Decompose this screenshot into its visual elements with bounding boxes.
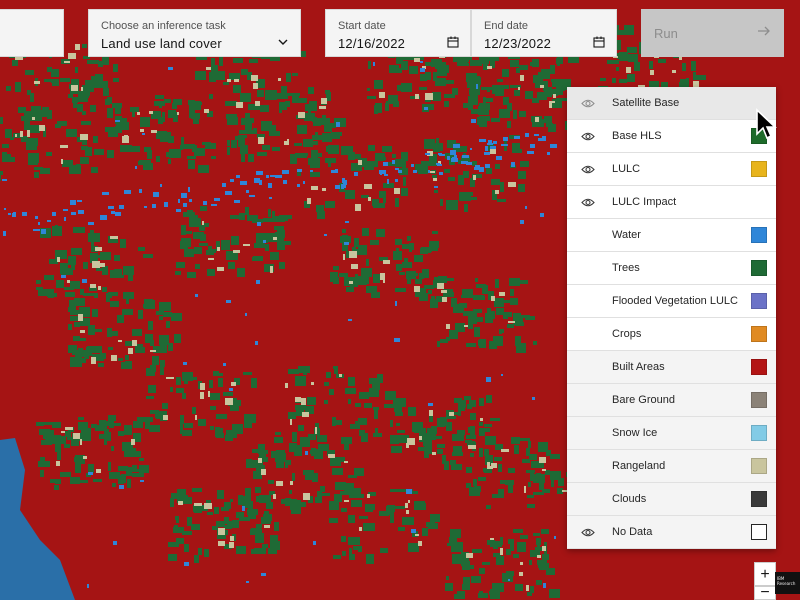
color-swatch xyxy=(751,491,767,507)
inference-task-value: Land use land cover xyxy=(101,36,222,51)
legend-label: Rangeland xyxy=(612,460,666,472)
end-date-label: End date xyxy=(484,20,529,32)
legend-row-base-hls[interactable]: Base HLS xyxy=(567,120,776,153)
color-swatch xyxy=(751,425,767,441)
start-date-label: Start date xyxy=(338,20,386,32)
legend-label: Snow Ice xyxy=(612,427,658,439)
inference-task-label: Choose an inference task xyxy=(101,20,226,32)
legend-row-rangeland[interactable]: Rangeland xyxy=(567,450,776,483)
legend-label: LULC xyxy=(612,163,641,175)
inference-task-dropdown[interactable]: Choose an inference task Land use land c… xyxy=(88,9,301,57)
arrow-right-icon xyxy=(758,26,770,36)
color-swatch xyxy=(751,458,767,474)
chevron-down-icon xyxy=(278,39,288,45)
color-swatch xyxy=(751,392,767,408)
legend-label: Water xyxy=(612,229,641,241)
start-date-value: 12/16/2022 xyxy=(338,36,406,51)
ibm-research-logo: IBM Research xyxy=(775,572,800,594)
end-date-field[interactable]: End date 12/23/2022 xyxy=(471,9,617,57)
legend-label: Flooded Vegetation LULC xyxy=(612,295,738,307)
legend-row-no-data[interactable]: No Data xyxy=(567,516,776,549)
zoom-in-button[interactable]: + xyxy=(754,562,776,586)
eye-icon[interactable] xyxy=(581,131,595,142)
legend-row-lulc[interactable]: LULC xyxy=(567,153,776,186)
eye-icon[interactable] xyxy=(581,197,595,208)
end-date-value: 12/23/2022 xyxy=(484,36,552,51)
calendar-icon[interactable] xyxy=(446,35,460,49)
calendar-icon[interactable] xyxy=(592,35,606,49)
layers-legend-panel: Satellite Base Base HLS LULC LULC Impact Wat… xyxy=(567,87,776,549)
run-button-label: Run xyxy=(654,26,678,41)
legend-label: Trees xyxy=(612,262,640,274)
start-date-field[interactable]: Start date 12/16/2022 xyxy=(325,9,471,57)
color-swatch xyxy=(751,524,767,540)
eye-icon[interactable] xyxy=(581,527,595,538)
eye-icon[interactable] xyxy=(581,164,595,175)
legend-row-water[interactable]: Water xyxy=(567,219,776,252)
legend-label: LULC Impact xyxy=(612,196,677,208)
legend-row-trees[interactable]: Trees xyxy=(567,252,776,285)
legend-label: No Data xyxy=(612,526,653,538)
legend-row-crops[interactable]: Crops xyxy=(567,318,776,351)
legend-row-snow-ice[interactable]: Snow Ice xyxy=(567,417,776,450)
legend-label: Built Areas xyxy=(612,361,665,373)
legend-row-clouds[interactable]: Clouds xyxy=(567,483,776,516)
legend-row-flooded-vegetation-lulc[interactable]: Flooded Vegetation LULC xyxy=(567,285,776,318)
legend-row-built-areas[interactable]: Built Areas xyxy=(567,351,776,384)
color-swatch xyxy=(751,293,767,309)
legend-label: Bare Ground xyxy=(612,394,675,406)
color-swatch xyxy=(751,227,767,243)
legend-row-lulc-impact[interactable]: LULC Impact xyxy=(567,186,776,219)
color-swatch xyxy=(751,359,767,375)
legend-row-satellite-base[interactable]: Satellite Base xyxy=(567,87,776,120)
color-swatch xyxy=(751,161,767,177)
zoom-out-button[interactable]: − xyxy=(754,585,776,600)
legend-label: Satellite Base xyxy=(612,97,680,109)
color-swatch xyxy=(751,326,767,342)
legend-label: Clouds xyxy=(612,493,647,505)
run-button[interactable]: Run xyxy=(641,9,784,57)
color-swatch xyxy=(751,260,767,276)
legend-label: Base HLS xyxy=(612,130,662,142)
location-field[interactable] xyxy=(0,9,64,57)
mouse-cursor-icon xyxy=(756,108,778,140)
legend-row-bare-ground[interactable]: Bare Ground xyxy=(567,384,776,417)
legend-label: Crops xyxy=(612,328,642,340)
eye-icon[interactable] xyxy=(581,98,595,109)
